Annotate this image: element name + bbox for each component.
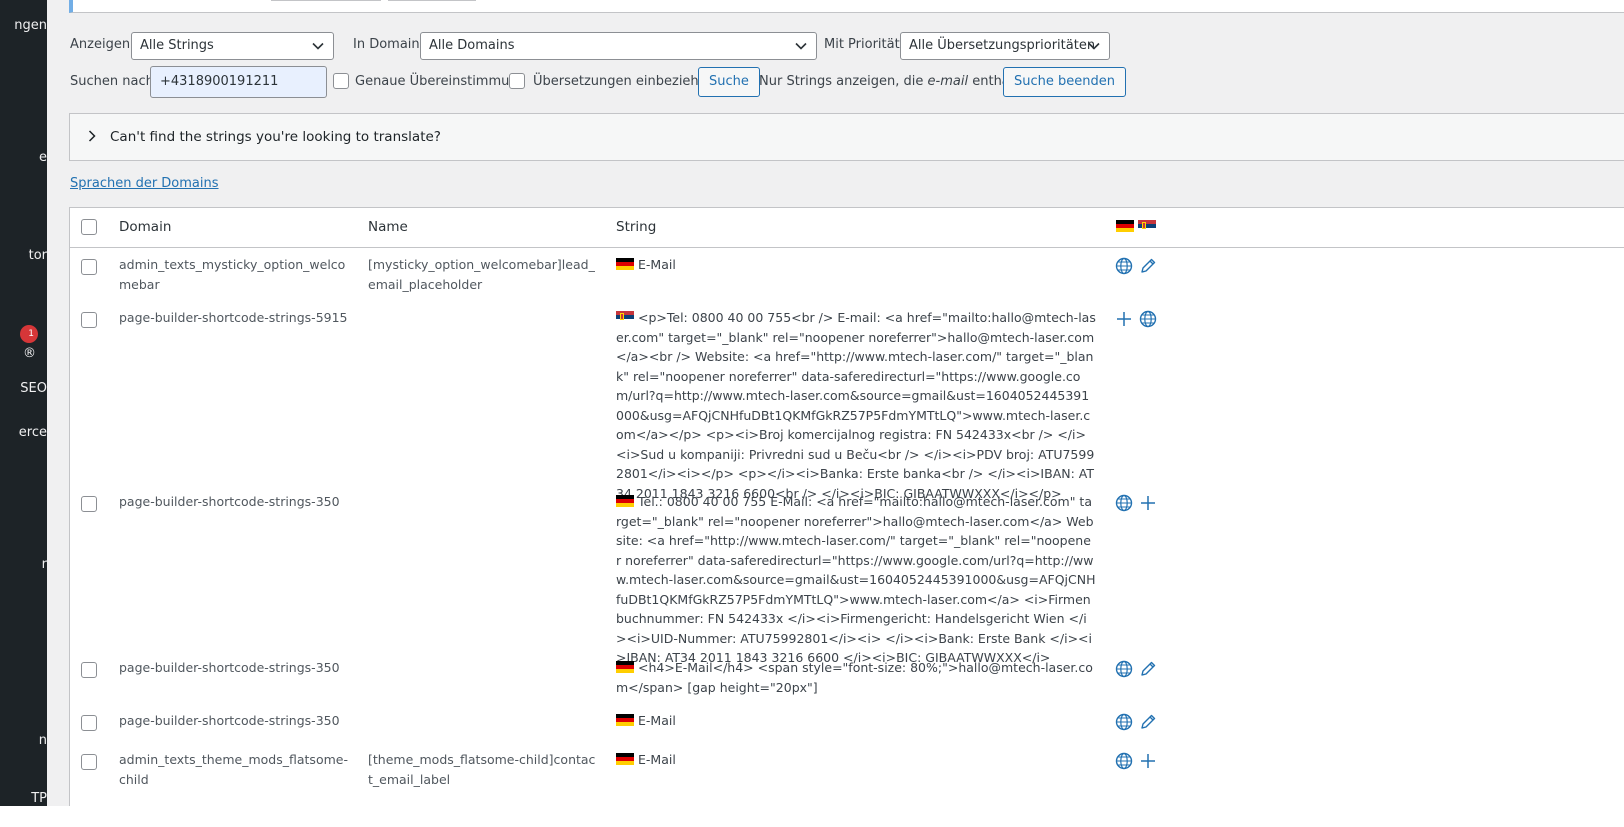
- chevron-down-icon: [312, 33, 324, 59]
- serbian-flag-icon: [616, 311, 634, 323]
- domain-select-value: Alle Domains: [429, 38, 515, 53]
- sidebar-item-commerce[interactable]: erce: [19, 423, 47, 443]
- globe-icon[interactable]: [1115, 494, 1133, 512]
- row-domain: admin_texts_mysticky_option_welcomebar: [119, 257, 346, 292]
- strings-table: Domain Name String admin_texts_mysticky_…: [69, 207, 1624, 806]
- pencil-icon[interactable]: [1139, 713, 1157, 731]
- globe-icon[interactable]: [1115, 713, 1133, 731]
- row-string: E-Mail: [616, 255, 1096, 275]
- row-checkbox[interactable]: [81, 662, 97, 678]
- sidebar-item-registered[interactable]: ®: [23, 344, 36, 364]
- row-string-text: <h4>E-Mail</h4> <span style="font-size: …: [616, 660, 1093, 695]
- include-translations-label: Übersetzungen einbeziehen: [533, 74, 715, 89]
- bottom-strip: [0, 806, 1624, 827]
- main-content: Anzeigen: Alle Strings In Domain: Alle D…: [47, 0, 1624, 806]
- row-string-text: Tel.: 0800 40 00 755 E-Mail: <a href="ma…: [616, 494, 1096, 665]
- plus-icon[interactable]: [1139, 752, 1157, 770]
- row-domain: page-builder-shortcode-strings-350: [119, 494, 340, 509]
- row-checkbox[interactable]: [81, 312, 97, 328]
- chevron-down-icon: [1088, 33, 1100, 59]
- priority-label: Mit Priorität:: [824, 37, 905, 52]
- domain-languages-link[interactable]: Sprachen der Domains: [70, 176, 219, 191]
- table-header: Domain Name String: [70, 208, 1624, 248]
- top-button-2[interactable]: [388, 0, 476, 1]
- sidebar-item-seo[interactable]: SEO: [20, 379, 47, 399]
- globe-icon[interactable]: [1115, 257, 1133, 275]
- row-string-text: E-Mail: [638, 257, 676, 272]
- row-domain: page-builder-shortcode-strings-5915: [119, 310, 348, 325]
- show-select[interactable]: Alle Strings: [131, 32, 334, 60]
- select-all-checkbox[interactable]: [81, 219, 97, 235]
- sidebar-item-editor[interactable]: tor: [29, 246, 47, 266]
- include-translations-checkbox[interactable]: [509, 73, 525, 89]
- row-domain: page-builder-shortcode-strings-350: [119, 713, 340, 728]
- globe-icon[interactable]: [1115, 752, 1133, 770]
- row-name: [mysticky_option_welcomebar]lead_email_p…: [368, 257, 595, 292]
- row-string-text: E-Mail: [638, 713, 676, 728]
- admin-sidebar: ngen e tor 1 ® SEO erce r n TP: [0, 0, 47, 806]
- row-string-text: <p>Tel: 0800 40 00 755<br /> E-mail: <a …: [616, 310, 1096, 501]
- row-string: E-Mail: [616, 711, 1096, 731]
- row-string: Tel.: 0800 40 00 755 E-Mail: <a href="ma…: [616, 492, 1096, 668]
- column-domain[interactable]: Domain: [119, 219, 171, 235]
- plus-icon[interactable]: [1115, 310, 1133, 328]
- update-count-badge: 1: [20, 325, 38, 343]
- row-domain: admin_texts_theme_mods_flatsome-child: [119, 752, 348, 787]
- row-name: [theme_mods_flatsome-child]contact_email…: [368, 752, 596, 787]
- sidebar-item-smtp[interactable]: TP: [31, 789, 47, 806]
- row-checkbox[interactable]: [81, 754, 97, 770]
- column-string[interactable]: String: [616, 219, 656, 235]
- pencil-icon[interactable]: [1139, 660, 1157, 678]
- german-flag-icon: [1116, 220, 1134, 232]
- end-search-button[interactable]: Suche beenden: [1003, 67, 1126, 97]
- row-checkbox[interactable]: [81, 715, 97, 731]
- search-button[interactable]: Suche: [698, 67, 760, 97]
- sidebar-item-n[interactable]: n: [39, 731, 47, 751]
- exact-match-checkbox[interactable]: [333, 73, 349, 89]
- notice-text: Can't find the strings you're looking to…: [110, 129, 441, 145]
- chevron-right-icon: [88, 130, 96, 146]
- german-flag-icon: [616, 714, 634, 726]
- globe-icon[interactable]: [1115, 660, 1133, 678]
- priority-select-value: Alle Übersetzungsprioritäten: [909, 38, 1096, 53]
- chevron-down-icon: [795, 33, 807, 59]
- row-string: <h4>E-Mail</h4> <span style="font-size: …: [616, 658, 1096, 697]
- sidebar-item-e[interactable]: e: [39, 148, 47, 168]
- priority-select[interactable]: Alle Übersetzungsprioritäten: [900, 32, 1110, 60]
- row-checkbox[interactable]: [81, 496, 97, 512]
- row-string: <p>Tel: 0800 40 00 755<br /> E-mail: <a …: [616, 308, 1096, 503]
- german-flag-icon: [616, 753, 634, 765]
- german-flag-icon: [616, 258, 634, 270]
- show-select-value: Alle Strings: [140, 38, 214, 53]
- globe-icon[interactable]: [1139, 310, 1157, 328]
- serbian-flag-icon: [1138, 220, 1156, 232]
- show-label: Anzeigen:: [70, 37, 135, 52]
- sidebar-item-settings[interactable]: ngen: [14, 16, 47, 36]
- row-string-text: E-Mail: [638, 752, 676, 767]
- column-name[interactable]: Name: [368, 219, 408, 235]
- exact-match-label: Genaue Übereinstimmung: [355, 74, 526, 89]
- pencil-icon[interactable]: [1139, 257, 1157, 275]
- filter-text-prefix: Nur Strings anzeigen, die: [759, 74, 924, 89]
- german-flag-icon: [616, 661, 634, 673]
- top-panel: [69, 0, 1624, 13]
- top-button-1[interactable]: [271, 0, 381, 1]
- plus-icon[interactable]: [1139, 494, 1157, 512]
- domain-label: In Domain:: [353, 37, 425, 52]
- search-filter-info: Nur Strings anzeigen, die e-mail enthalt…: [759, 73, 1035, 91]
- german-flag-icon: [616, 495, 634, 507]
- search-input[interactable]: +4318900191211: [150, 66, 327, 98]
- filter-text-term: e-mail: [927, 74, 969, 89]
- row-domain: page-builder-shortcode-strings-350: [119, 660, 340, 675]
- search-label: Suchen nach:: [70, 74, 159, 89]
- row-string: E-Mail: [616, 750, 1096, 770]
- row-checkbox[interactable]: [81, 259, 97, 275]
- missing-strings-notice[interactable]: Can't find the strings you're looking to…: [69, 113, 1624, 161]
- domain-select[interactable]: Alle Domains: [420, 32, 817, 60]
